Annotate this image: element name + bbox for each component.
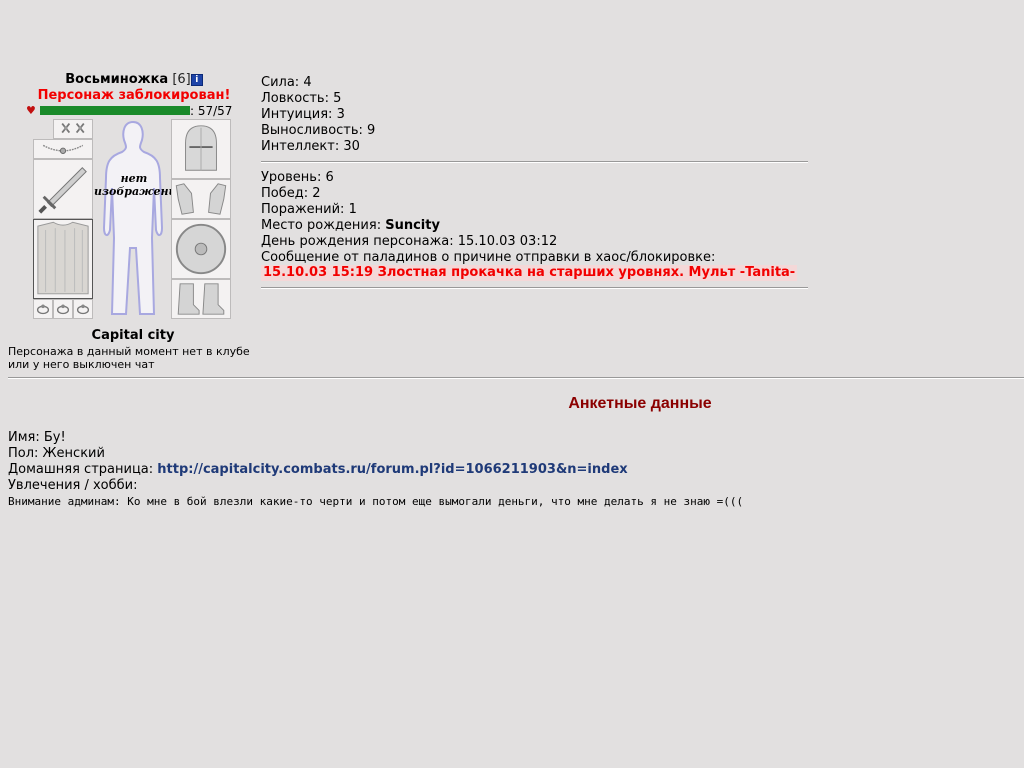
info-icon[interactable]: i	[190, 74, 203, 86]
ring-slot-2[interactable]	[53, 299, 73, 319]
no-image-label: нет изображения	[94, 172, 186, 198]
amulet-slot[interactable]	[33, 139, 93, 159]
boots-slot[interactable]	[171, 279, 231, 319]
blocked-status: Персонаж заблокирован!	[37, 88, 231, 103]
sword-icon	[38, 167, 87, 214]
earrings-icon	[61, 123, 85, 134]
heart-icon: ♥	[26, 104, 36, 117]
stat-endurance: Выносливость: 9	[261, 123, 376, 138]
divider	[8, 377, 1024, 379]
profile-section-title: Анкетные данные	[568, 395, 712, 412]
divider	[261, 161, 808, 163]
character-image	[96, 118, 170, 318]
paladin-message-label: Сообщение от паладинов о причине отправк…	[261, 250, 716, 265]
gloves-slot[interactable]	[171, 179, 231, 219]
ring-slot-3[interactable]	[73, 299, 93, 319]
online-status: Персонажа в данный момент нет в клубе ил…	[8, 345, 250, 371]
armor-icon	[37, 221, 89, 295]
ring-icon	[76, 304, 90, 315]
homepage-link[interactable]: http://capitalcity.combats.ru/forum.pl?i…	[157, 462, 627, 477]
shield-icon	[175, 223, 227, 275]
info-level: Уровень: 6	[261, 170, 334, 185]
helmet-icon	[185, 125, 217, 171]
info-birthday: День рождения персонажа: 15.10.03 03:12	[261, 234, 558, 249]
boots-icon	[177, 283, 225, 315]
ring-icon	[56, 304, 70, 315]
admin-note: Внимание админам: Ко мне в бой влезли ка…	[8, 495, 744, 508]
earrings-slot[interactable]	[53, 119, 93, 139]
character-info: Уровень: 6 Побед: 2 Поражений: 1 Место р…	[261, 170, 715, 266]
ring-icon	[36, 304, 50, 315]
profile-name: Имя: Бу!	[8, 430, 66, 445]
paladin-message: 15.10.03 15:19 Злостная прокачка на стар…	[261, 265, 798, 281]
ring-slot-1[interactable]	[33, 299, 53, 319]
stat-intellect: Интеллект: 30	[261, 139, 360, 154]
silhouette-icon	[102, 120, 164, 315]
hp-row: ♥ : 57/57	[26, 104, 246, 118]
hp-text: : 57/57	[190, 104, 233, 118]
profile-homepage: Домашняя страница: http://capitalcity.co…	[8, 462, 628, 477]
profile-hobbies: Увлечения / хобби:	[8, 478, 138, 493]
info-birthplace: Место рождения: Suncity	[261, 218, 440, 233]
stat-agility: Ловкость: 5	[261, 91, 342, 106]
hp-bar	[40, 106, 190, 115]
character-name: Восьминожка	[65, 72, 169, 87]
profile-gender: Пол: Женский	[8, 446, 105, 461]
birthplace-value: Suncity	[385, 218, 440, 233]
divider	[261, 287, 808, 289]
gloves-icon	[175, 183, 227, 215]
shield-slot[interactable]	[171, 219, 231, 279]
stats-list: Сила: 4 Ловкость: 5 Интуиция: 3 Вынослив…	[261, 75, 375, 155]
amulet-icon	[42, 144, 84, 154]
armor-slot[interactable]	[33, 219, 93, 299]
info-losses: Поражений: 1	[261, 202, 357, 217]
info-wins: Побед: 2	[261, 186, 321, 201]
stat-strength: Сила: 4	[261, 75, 312, 90]
city-name: Capital city	[91, 328, 175, 343]
character-header: Восьминожка [6] i	[0, 72, 268, 87]
character-level: [6]	[172, 72, 191, 87]
profile-data: Имя: Бу! Пол: Женский Домашняя страница:…	[8, 430, 628, 494]
weapon-slot[interactable]	[33, 159, 93, 219]
helmet-slot[interactable]	[171, 119, 231, 179]
stat-intuition: Интуиция: 3	[261, 107, 345, 122]
